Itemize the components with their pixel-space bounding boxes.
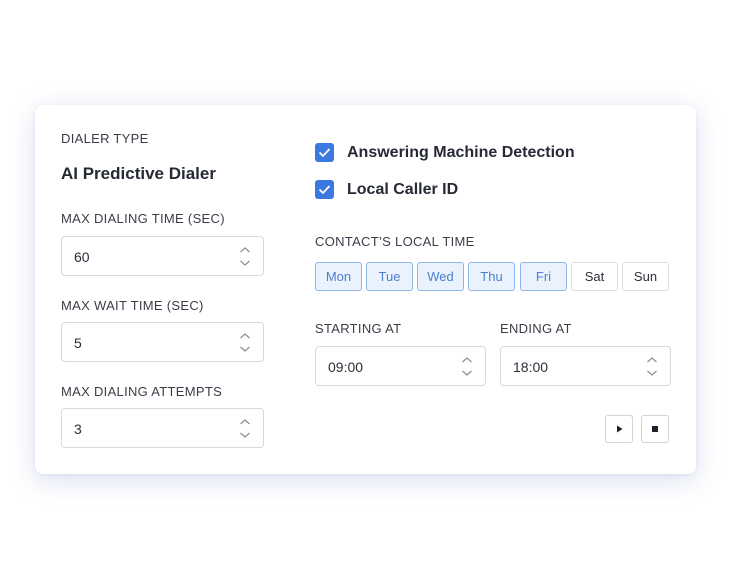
starting-at-label: STARTING AT [315,321,402,336]
stop-button[interactable] [641,415,669,443]
day-toggle-thu[interactable]: Thu [468,262,515,291]
max-attempts-label: MAX DIALING ATTEMPTS [61,384,223,399]
amd-checkbox[interactable] [315,143,334,162]
dialer-type-label: DIALER TYPE [61,131,149,146]
amd-label[interactable]: Answering Machine Detection [347,143,575,163]
ending-at-label: ENDING AT [500,321,572,336]
max-dialing-time-input[interactable]: 60 [61,236,264,276]
max-wait-time-label: MAX WAIT TIME (SEC) [61,298,204,313]
starting-at-input[interactable]: 09:00 [315,346,486,386]
check-icon [318,185,331,195]
max-wait-time-value: 5 [74,335,82,351]
local-time-label: CONTACT’S LOCAL TIME [315,234,475,249]
ending-at-input[interactable]: 18:00 [500,346,671,386]
play-icon [617,425,623,433]
day-toggle-tue[interactable]: Tue [366,262,413,291]
day-toggle-fri[interactable]: Fri [520,262,567,291]
day-toggle-sat[interactable]: Sat [571,262,618,291]
stepper-icon[interactable] [461,356,473,378]
day-toggle-wed[interactable]: Wed [417,262,464,291]
starting-at-value: 09:00 [328,359,364,375]
stepper-icon[interactable] [239,332,251,354]
caller-id-checkbox[interactable] [315,180,334,199]
dialer-type-value[interactable]: AI Predictive Dialer [61,164,216,184]
max-attempts-input[interactable]: 3 [61,408,264,448]
ending-at-value: 18:00 [513,359,549,375]
dialer-settings-card: DIALER TYPE AI Predictive Dialer MAX DIA… [35,105,696,474]
max-wait-time-input[interactable]: 5 [61,322,264,362]
max-dialing-time-value: 60 [74,249,90,265]
max-attempts-value: 3 [74,421,82,437]
stepper-icon[interactable] [239,418,251,440]
max-dialing-time-label: MAX DIALING TIME (SEC) [61,211,225,226]
day-toggle-sun[interactable]: Sun [622,262,669,291]
check-icon [318,148,331,158]
day-toggle-mon[interactable]: Mon [315,262,362,291]
stop-icon [652,426,658,432]
stepper-icon[interactable] [646,356,658,378]
stepper-icon[interactable] [239,246,251,268]
play-button[interactable] [605,415,633,443]
caller-id-label[interactable]: Local Caller ID [347,180,458,200]
